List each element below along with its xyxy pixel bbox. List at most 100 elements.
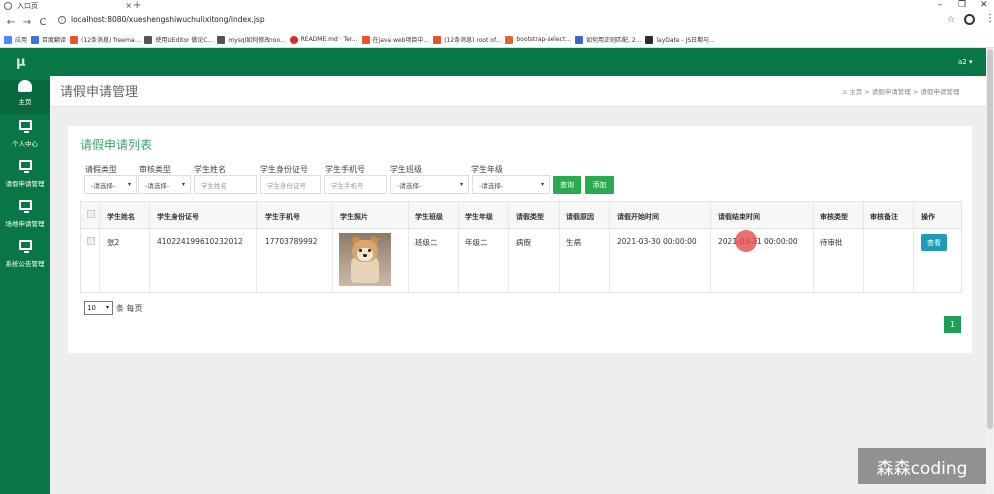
review-type-select[interactable]: -请选择- ▾ — [138, 175, 191, 194]
watermark: 森森coding — [858, 448, 986, 484]
reload-button[interactable]: C — [38, 17, 48, 28]
window-close-button[interactable]: ✕ — [980, 0, 988, 11]
leave-type-select[interactable]: -请选择- ▾ — [84, 175, 137, 194]
column-header: 学生身份证号 — [157, 213, 199, 221]
column-divider — [408, 202, 409, 292]
column-header: 操作 — [921, 213, 935, 221]
url-field[interactable]: i localhost:8080/xueshengshiwuchulixiton… — [58, 15, 265, 24]
row-checkbox[interactable] — [87, 237, 95, 245]
sidebar-item-home[interactable]: 主页 — [0, 80, 50, 114]
minimize-button[interactable]: – — [938, 0, 943, 11]
page-size-label: 条 每页 — [116, 303, 143, 313]
monitor-icon — [18, 240, 32, 253]
browser-menu-icon[interactable]: ⋮ — [985, 13, 994, 24]
chevron-down-icon: ▾ — [105, 304, 109, 311]
tab-close-icon[interactable]: × — [125, 1, 132, 10]
browser-tab[interactable]: 入口页 × — [4, 0, 132, 12]
cell-class: 班级二 — [415, 238, 438, 247]
bookmark-favicon-icon — [31, 35, 40, 44]
bookmark-item[interactable]: 使用UEditor 做论C... — [144, 35, 213, 44]
dashboard-icon — [18, 80, 32, 92]
forward-button[interactable]: → — [22, 17, 32, 28]
filter-label-id-card: 学生身份证号 — [260, 165, 308, 174]
select-all-checkbox[interactable] — [87, 210, 95, 218]
add-button[interactable]: 添加 — [585, 176, 614, 194]
class-select[interactable]: -请选择- ▾ — [390, 175, 469, 194]
breadcrumb[interactable]: ⌂ 主页 > 请假申请管理 > 请假申请管理 — [843, 86, 959, 96]
column-header: 学生姓名 — [107, 213, 135, 221]
cell-phone: 17703789992 — [265, 237, 318, 246]
monitor-icon — [18, 120, 32, 133]
bookmark-item[interactable]: mysql如何修改roo... — [217, 35, 286, 44]
bookmark-item[interactable]: bootstrap-select... — [505, 35, 571, 44]
page-number-button[interactable]: 1 — [944, 316, 961, 333]
bookmark-item[interactable]: layDate - JS日期与... — [645, 35, 715, 44]
tab-title: 入口页 — [17, 2, 38, 10]
chevron-down-icon: ▾ — [127, 181, 131, 188]
cell-reason: 生病 — [566, 238, 581, 247]
chevron-down-icon: ▾ — [181, 181, 185, 188]
cell-review-type: 待审批 — [820, 238, 843, 247]
bookmark-item[interactable]: (12条消息) freema... — [70, 35, 140, 44]
bookmark-item[interactable]: 如何用正则匹配, 2... — [575, 35, 641, 44]
bookmark-star-icon[interactable]: ☆ — [947, 15, 955, 25]
column-divider — [710, 202, 711, 292]
column-header: 请假类型 — [516, 213, 544, 221]
column-header: 学生手机号 — [265, 213, 300, 221]
cell-leave-type: 病假 — [516, 238, 531, 247]
bookmark-favicon-icon — [70, 35, 79, 44]
column-header: 请假原因 — [566, 213, 594, 221]
cell-grade: 年级二 — [465, 238, 488, 247]
sidebar-item-announcement-management[interactable]: 系统公告管理 — [0, 240, 50, 268]
back-button[interactable]: ← — [6, 17, 16, 28]
bookmark-item[interactable]: 百度翻译 — [31, 35, 66, 44]
filter-label-leave-type: 请假类型 — [85, 165, 117, 174]
cell-start-time: 2021-03-30 00:00:00 — [617, 237, 697, 246]
restore-button[interactable]: ❐ — [958, 0, 966, 11]
info-icon[interactable]: i — [58, 15, 66, 24]
column-header: 学生班级 — [415, 213, 443, 221]
user-menu[interactable]: a2 ▾ — [958, 58, 972, 66]
sidebar: 主页 个人中心 请假申请管理 场地申请管理 系统公告管理 — [0, 76, 50, 494]
cell-student-name: 张2 — [107, 238, 120, 247]
page-size-select[interactable]: 10 ▾ — [84, 301, 113, 315]
bookmark-item[interactable]: 应用 — [4, 35, 27, 44]
column-header: 审核备注 — [870, 213, 898, 221]
column-divider — [508, 202, 509, 292]
column-divider — [99, 202, 100, 292]
filter-label-grade: 学生年级 — [471, 165, 503, 174]
page-size-control: 10 ▾ 条 每页 — [84, 301, 143, 315]
app-logo[interactable]: μ — [16, 55, 26, 70]
bookmark-item[interactable]: 在java web项目中... — [361, 35, 429, 44]
column-header: 学生年级 — [465, 213, 493, 221]
student-name-input[interactable]: 学生姓名 — [194, 175, 257, 194]
column-divider — [559, 202, 560, 292]
card-title: 请假申请列表 — [80, 138, 153, 152]
column-divider — [863, 202, 864, 292]
sidebar-item-profile[interactable]: 个人中心 — [0, 120, 50, 148]
sidebar-item-venue-management[interactable]: 场地申请管理 — [0, 200, 50, 228]
query-button[interactable]: 查询 — [553, 176, 581, 194]
column-header: 审核类型 — [820, 213, 848, 221]
sidebar-item-leave-management[interactable]: 请假申请管理 — [0, 160, 50, 188]
phone-input[interactable]: 学生手机号 — [324, 175, 387, 194]
cell-end-time: 2021-03-31 00:00:00 — [718, 237, 798, 246]
column-divider — [332, 202, 333, 292]
id-card-input[interactable]: 学生身份证号 — [260, 175, 321, 194]
bookmark-item[interactable]: (12条消息) root of... — [433, 35, 501, 44]
browser-tab-bar: 入口页 × + – ❐ ✕ — [0, 0, 994, 12]
new-tab-button[interactable]: + — [133, 0, 141, 11]
bookmark-favicon-icon — [505, 35, 514, 44]
account-icon[interactable] — [964, 14, 975, 25]
scrollbar-thumb[interactable] — [987, 49, 993, 429]
url-text: localhost:8080/xueshengshiwuchulixitong/… — [71, 15, 265, 24]
view-button[interactable]: 查看 — [921, 234, 947, 251]
grade-select[interactable]: -请选择- ▾ — [472, 175, 550, 194]
column-header: 学生照片 — [340, 213, 368, 221]
student-photo — [339, 233, 391, 286]
filter-label-review-type: 审核类型 — [139, 165, 171, 174]
column-header: 请假结束时间 — [718, 213, 760, 221]
monitor-icon — [18, 200, 32, 213]
bookmark-item[interactable]: README.md · Ter... — [289, 35, 358, 44]
chevron-down-icon: ▾ — [540, 181, 544, 188]
